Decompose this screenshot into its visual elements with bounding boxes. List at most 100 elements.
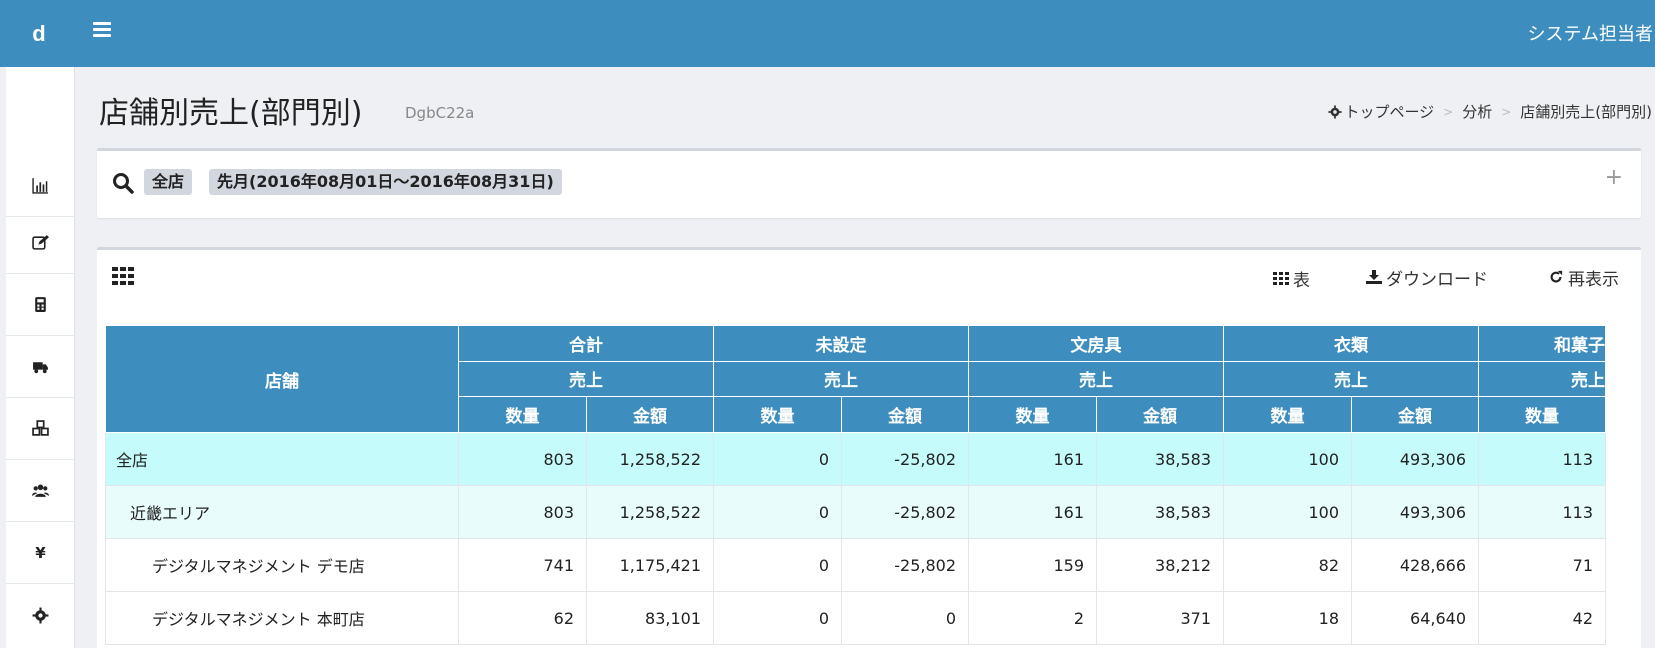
qty-cell: 82	[1223, 538, 1352, 592]
tab-download-label: ダウンロード	[1386, 269, 1488, 290]
sub-header: 売上	[1223, 360, 1479, 398]
chart-icon[interactable]	[6, 155, 75, 217]
qty-cell: 2	[968, 591, 1097, 645]
tab-download[interactable]: ダウンロード	[1336, 250, 1518, 307]
yen-icon[interactable]: ¥	[6, 522, 75, 584]
amount-cell: 64,640	[1351, 591, 1479, 645]
amount-cell: 371	[1096, 591, 1224, 645]
refresh-icon	[1550, 270, 1563, 283]
users-icon[interactable]	[6, 460, 75, 522]
breadcrumb-separator: >	[1443, 104, 1454, 119]
amount-cell: 1,175,421	[586, 538, 714, 592]
table-body: 全店 803 1,258,522 0 -25,802 161 38,583 100 493,30…	[105, 432, 1606, 645]
breadcrumb-analysis[interactable]: 分析	[1462, 101, 1492, 122]
user-menu[interactable]: システム担当者	[1528, 20, 1653, 46]
store-name-cell: デジタルマネジメント デモ店	[105, 538, 459, 592]
group-header: 和菓子	[1478, 325, 1606, 362]
sub-header: 売上	[713, 360, 969, 398]
search-icon[interactable]	[112, 172, 134, 194]
qty-cell: 100	[1223, 432, 1352, 486]
gear-icon	[1328, 104, 1342, 119]
breadcrumb-current: 店舗別売上(部門別)	[1520, 103, 1652, 121]
qty-cell: 18	[1223, 591, 1352, 645]
qty-cell: 113	[1478, 432, 1606, 486]
store-column-header[interactable]: 店舗	[105, 325, 459, 433]
amount-cell: 38,583	[1096, 485, 1224, 539]
group-header: 文房具	[968, 325, 1224, 362]
cubes-icon[interactable]	[6, 398, 75, 460]
amount-cell: 83,101	[586, 591, 714, 645]
expand-filter-button[interactable]: +	[1605, 165, 1623, 190]
page-title: 店舗別売上(部門別)	[99, 96, 363, 131]
group-header: 合計	[458, 325, 714, 362]
amount-header[interactable]: 金額	[1351, 396, 1479, 433]
qty-header[interactable]: 数量	[458, 396, 587, 433]
table-row[interactable]: 全店 803 1,258,522 0 -25,802 161 38,583 100 493,30…	[105, 432, 1606, 486]
amount-cell: 0	[841, 591, 969, 645]
view-tabs: 表 ダウンロード 再表示	[1247, 250, 1641, 307]
breadcrumb-separator: >	[1501, 104, 1512, 119]
group-header: 未設定	[713, 325, 969, 362]
calculator-icon[interactable]	[6, 274, 75, 336]
qty-cell: 741	[458, 538, 587, 592]
amount-cell: 493,306	[1351, 485, 1479, 539]
sales-table: 店舗 合計 未設定 文房具 衣類 和菓子 売上 売上 売上 売上 売上 数量 金…	[105, 325, 1606, 645]
filter-chip-period[interactable]: 先月(2016年08月01日～2016年08月31日)	[209, 169, 562, 195]
qty-header[interactable]: 数量	[713, 396, 842, 433]
download-icon	[1366, 270, 1382, 284]
brand-logo[interactable]: d	[0, 0, 78, 67]
filter-chip-store[interactable]: 全店	[144, 169, 193, 195]
sub-header: 売上	[458, 360, 714, 398]
table-icon	[1273, 271, 1289, 285]
amount-cell: -25,802	[841, 538, 969, 592]
filter-panel: 全店 先月(2016年08月01日～2016年08月31日) +	[97, 148, 1641, 218]
qty-header[interactable]: 数量	[1478, 396, 1606, 433]
tab-table[interactable]: 表	[1247, 250, 1336, 307]
amount-cell: 38,583	[1096, 432, 1224, 486]
amount-cell: -25,802	[841, 485, 969, 539]
top-navbar: d システム担当者	[0, 0, 1655, 67]
qty-cell: 161	[968, 432, 1097, 486]
qty-cell: 42	[1478, 591, 1606, 645]
qty-cell: 62	[458, 591, 587, 645]
table-row[interactable]: 近畿エリア 803 1,258,522 0 -25,802 161 38,583 100 493…	[105, 485, 1606, 539]
amount-cell: -25,802	[841, 432, 969, 486]
amount-cell: 38,212	[1096, 538, 1224, 592]
qty-cell: 159	[968, 538, 1097, 592]
sub-header: 売上	[1478, 360, 1606, 398]
table-row[interactable]: デジタルマネジメント デモ店 741 1,175,421 0 -25,802 159 38,…	[105, 538, 1606, 592]
amount-header[interactable]: 金額	[1096, 396, 1224, 433]
amount-cell: 428,666	[1351, 538, 1479, 592]
gear-icon[interactable]	[6, 584, 75, 646]
sales-table-container[interactable]: 店舗 合計 未設定 文房具 衣類 和菓子 売上 売上 売上 売上 売上 数量 金…	[105, 325, 1641, 648]
breadcrumb: トップページ > 分析 > 店舗別売上(部門別)	[1328, 101, 1652, 122]
qty-cell: 113	[1478, 485, 1606, 539]
amount-cell: 1,258,522	[586, 485, 714, 539]
data-panel: 表 ダウンロード 再表示 店舗 合計 未設定 文房具 衣類 和菓子 売上 売上 …	[97, 247, 1641, 648]
qty-cell: 0	[713, 432, 842, 486]
page-code: DgbC22a	[405, 104, 475, 122]
group-header: 衣類	[1223, 325, 1479, 362]
amount-cell: 493,306	[1351, 432, 1479, 486]
edit-icon[interactable]	[6, 212, 75, 274]
store-name-cell: 近畿エリア	[105, 485, 459, 539]
qty-header[interactable]: 数量	[968, 396, 1097, 433]
sub-header: 売上	[968, 360, 1224, 398]
tab-refresh-label: 再表示	[1568, 269, 1619, 290]
amount-header[interactable]: 金額	[841, 396, 969, 433]
hamburger-menu-icon[interactable]	[93, 22, 111, 38]
qty-cell: 803	[458, 485, 587, 539]
breadcrumb-home[interactable]: トップページ	[1344, 101, 1434, 122]
qty-cell: 0	[713, 485, 842, 539]
qty-cell: 71	[1478, 538, 1606, 592]
tab-table-label: 表	[1293, 271, 1310, 291]
tab-refresh[interactable]: 再表示	[1518, 250, 1641, 307]
qty-cell: 100	[1223, 485, 1352, 539]
qty-header[interactable]: 数量	[1223, 396, 1352, 433]
table-row[interactable]: デジタルマネジメント 本町店 62 83,101 0 0 2 371 18 64,640 42	[105, 591, 1606, 645]
store-name-cell: デジタルマネジメント 本町店	[105, 591, 459, 645]
sidebar: ¥	[6, 67, 75, 648]
truck-icon[interactable]	[6, 336, 75, 398]
amount-header[interactable]: 金額	[586, 396, 714, 433]
qty-cell: 803	[458, 432, 587, 486]
